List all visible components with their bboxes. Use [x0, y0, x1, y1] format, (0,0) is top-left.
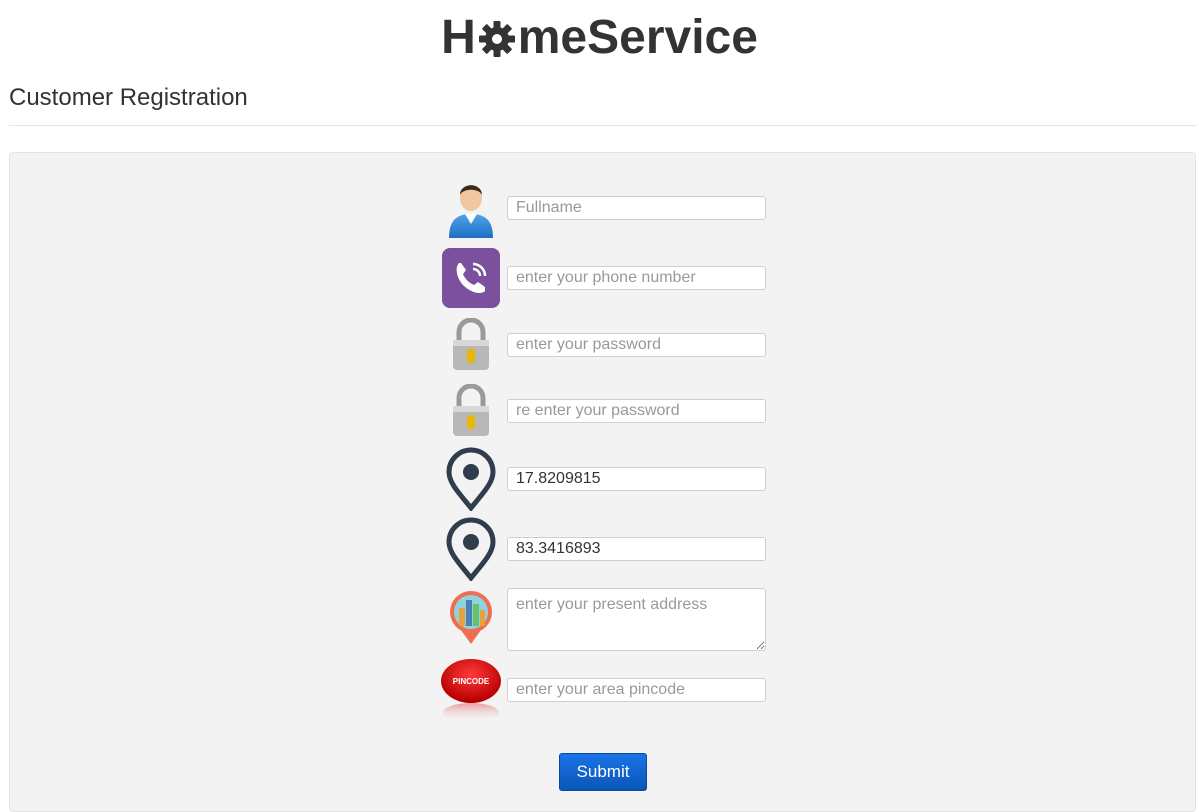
brand-suffix: meService [517, 11, 758, 64]
brand-logo: H meService [0, 8, 1199, 68]
password-input[interactable] [507, 333, 766, 357]
page-title: Customer Registration [9, 84, 248, 111]
longitude-input[interactable] [507, 537, 766, 561]
submit-button[interactable]: Submit [559, 753, 647, 791]
user-icon [440, 176, 502, 238]
fullname-input[interactable] [507, 196, 766, 220]
confirm-password-input[interactable] [507, 399, 766, 423]
address-textarea[interactable] [507, 588, 766, 651]
lock-icon [440, 384, 502, 438]
map-pin-icon [440, 447, 502, 511]
phone-input[interactable] [507, 266, 766, 290]
city-pin-icon [440, 590, 502, 646]
pincode-icon-label: PINCODE [453, 677, 490, 686]
phone-icon [440, 247, 502, 309]
pincode-input[interactable] [507, 678, 766, 702]
gear-icon [478, 21, 515, 57]
lock-icon [440, 318, 502, 372]
latitude-input[interactable] [507, 467, 766, 491]
pincode-icon: PINCODE [440, 657, 502, 721]
map-pin-icon [440, 517, 502, 581]
brand-prefix: H [441, 11, 476, 64]
divider [9, 125, 1197, 126]
